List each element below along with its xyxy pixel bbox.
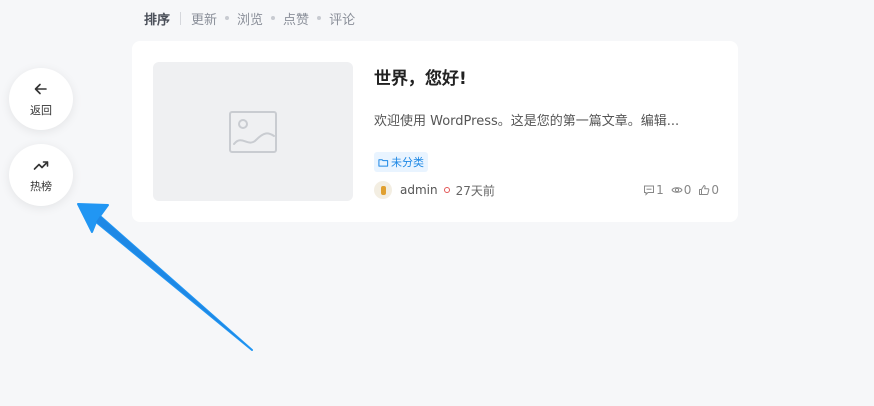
back-button[interactable]: 返回 [9, 68, 73, 130]
author-name[interactable]: admin [400, 183, 438, 197]
sort-option-views[interactable]: 浏览 [237, 9, 263, 28]
folder-icon [378, 158, 389, 167]
comment-count: 1 [643, 183, 664, 197]
comment-icon [644, 185, 655, 196]
comment-count-value: 1 [656, 183, 664, 197]
view-count-value: 0 [683, 183, 692, 197]
avatar-glyph [380, 185, 386, 195]
like-count-value: 0 [711, 183, 719, 197]
like-count[interactable]: 0 [698, 183, 719, 197]
sort-divider [180, 11, 182, 25]
sort-separator-dot [271, 16, 276, 20]
arrow-left-icon [34, 83, 47, 95]
meta-separator-dot [443, 187, 450, 193]
avatar[interactable] [374, 181, 392, 199]
sort-separator-dot [317, 16, 322, 20]
category-label: 未分类 [391, 156, 424, 169]
category-tag[interactable]: 未分类 [374, 152, 428, 172]
post-title[interactable]: 世界，您好! [374, 64, 467, 89]
hot-list-button[interactable]: 热榜 [9, 144, 73, 206]
sort-separator-dot [225, 16, 230, 20]
sort-option-update[interactable]: 更新 [191, 9, 217, 28]
post-thumbnail[interactable] [153, 62, 353, 201]
view-count: 0 [671, 183, 692, 197]
sort-option-comments[interactable]: 评论 [329, 9, 355, 28]
post-card[interactable]: 世界，您好! 欢迎使用 WordPress。这是您的第一篇文章。编辑... 未分… [132, 41, 738, 222]
sort-bar: 排序 更新 浏览 点赞 评论 [144, 8, 355, 28]
image-placeholder-icon [229, 110, 277, 153]
thumbs-up-icon [699, 185, 710, 195]
trending-up-icon [33, 161, 49, 170]
post-meta: admin 27天前 1 0 0 [374, 180, 719, 200]
sort-label: 排序 [144, 12, 171, 28]
eye-icon [671, 187, 683, 193]
post-date: 27天前 [455, 183, 495, 198]
post-excerpt: 欢迎使用 WordPress。这是您的第一篇文章。编辑... [374, 114, 680, 129]
hot-list-button-label: 热榜 [30, 180, 52, 193]
back-button-label: 返回 [30, 104, 52, 117]
post-stats: 1 0 0 [636, 183, 719, 197]
sort-option-likes[interactable]: 点赞 [283, 9, 309, 28]
